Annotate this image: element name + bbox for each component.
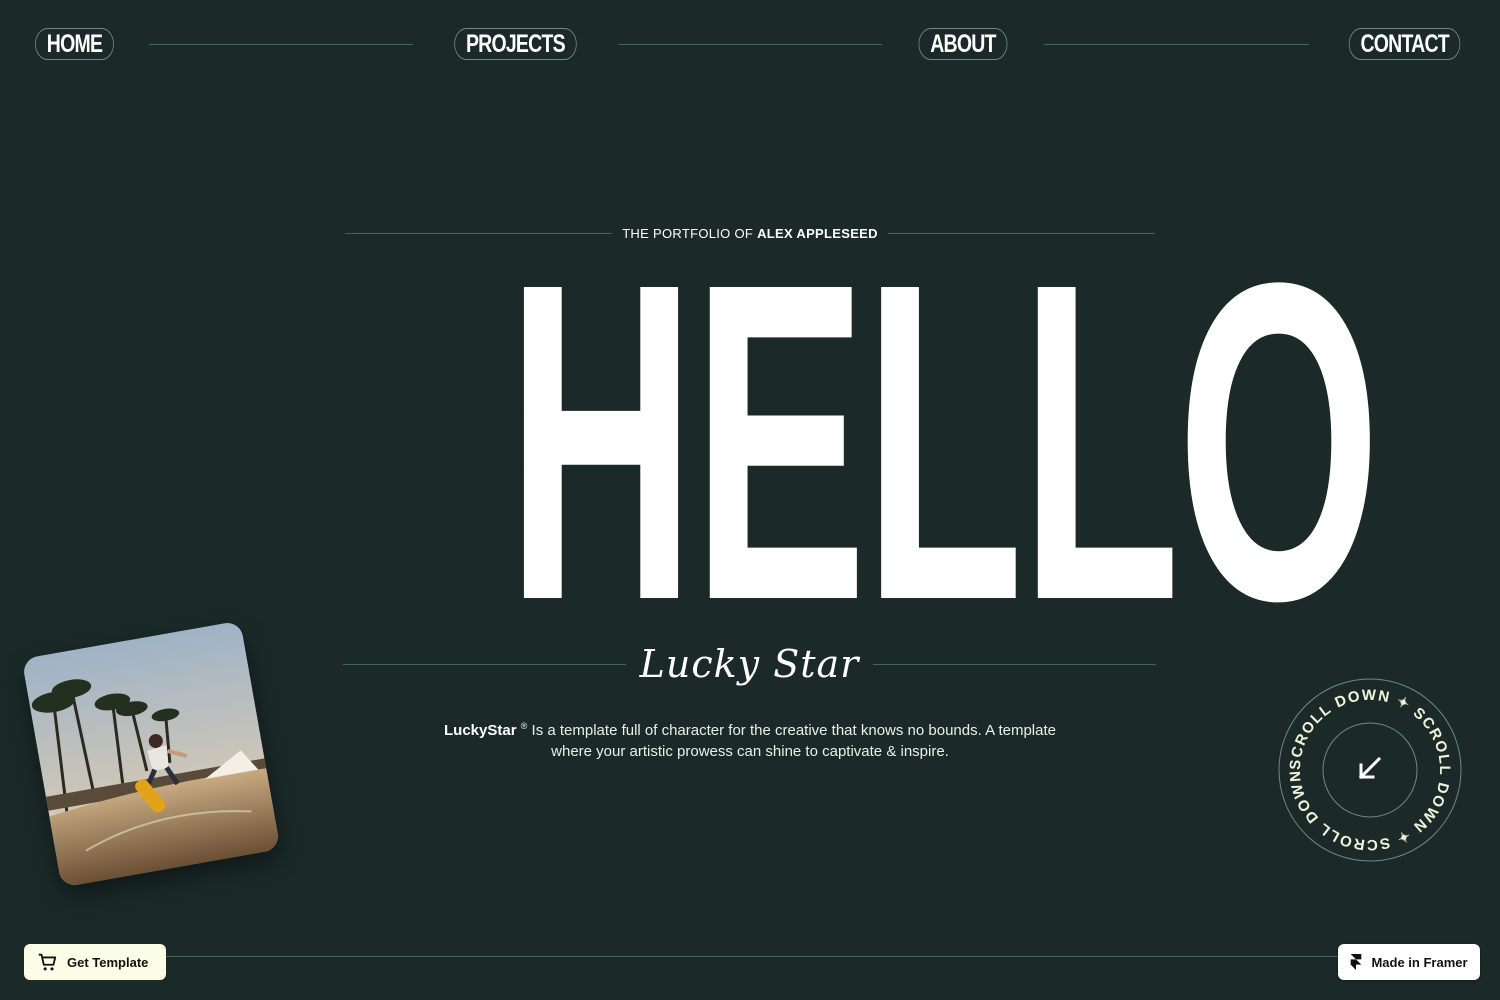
registered-mark: ® [520,721,528,731]
hero-headline: HELLO [506,189,1380,694]
top-nav: HOME PROJECTS ABOUT CONTACT [24,27,1476,61]
arrow-down-left-icon [1358,756,1382,780]
get-template-label: Get Template [67,954,149,970]
made-in-framer-label: Made in Framer [1371,954,1468,970]
nav-projects-label: PROJECTS [466,29,566,58]
nav-about-button[interactable]: ABOUT [918,28,1008,60]
nav-divider [1044,43,1309,45]
nav-home-label: HOME [46,29,103,58]
script-title: Lucky Star [639,642,860,686]
skater-photo [21,620,281,888]
made-in-framer-button[interactable]: Made in Framer [1338,944,1480,980]
script-rule-right [873,663,1156,665]
desc-body: Is a template full of character for the … [531,722,1056,760]
nav-divider [618,43,883,45]
cart-icon [38,953,57,971]
nav-divider [149,43,414,45]
skatepark-illustration [21,620,281,888]
nav-contact-label: CONTACT [1360,29,1449,58]
nav-about-label: ABOUT [930,29,997,58]
nav-projects-button[interactable]: PROJECTS [454,28,577,60]
desc-brand: LuckyStar [444,722,517,739]
framer-logo-icon [1351,954,1362,970]
get-template-button[interactable]: Get Template [24,944,166,980]
hero-description: LuckyStar ® Is a template full of charac… [430,716,1070,762]
footer-rule [150,956,1350,957]
nav-contact-button[interactable]: CONTACT [1348,28,1461,60]
script-rule-left [343,663,626,665]
nav-home-button[interactable]: HOME [35,28,114,60]
script-title-row: Lucky Star [343,640,1156,688]
scroll-down-badge[interactable]: SCROLL DOWN ✦ SCROLL DOWN ✦ SCROLL DOWN … [1278,678,1462,862]
scroll-badge-graphic: SCROLL DOWN ✦ SCROLL DOWN ✦ SCROLL DOWN … [1278,678,1462,862]
scroll-ring-text: SCROLL DOWN ✦ SCROLL DOWN ✦ SCROLL DOWN … [1278,678,1453,853]
